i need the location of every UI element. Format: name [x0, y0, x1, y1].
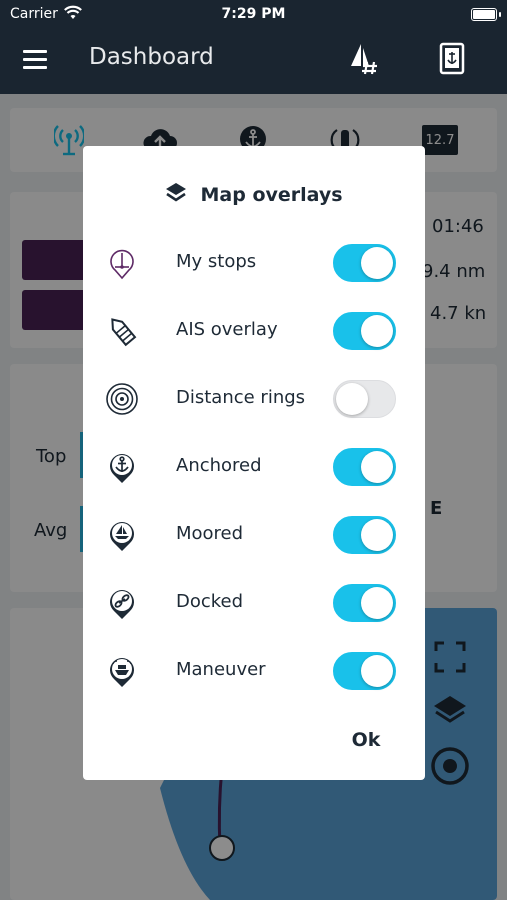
dialog-header: Map overlays [83, 182, 425, 212]
app-bar: Dashboard [0, 38, 507, 82]
overlay-row-distance-rings: Distance rings [83, 377, 425, 421]
docked-icon [105, 586, 139, 620]
my-stops-icon [105, 246, 139, 280]
overlay-row-maneuver: Maneuver [83, 649, 425, 693]
logbook-icon[interactable] [438, 42, 466, 76]
overlay-label: My stops [176, 251, 257, 272]
overlay-label: Distance rings [176, 387, 306, 408]
moored-icon [105, 518, 139, 552]
top-bar: Carrier 7:29 PM Dashboard [0, 0, 507, 94]
anchored-toggle[interactable] [333, 448, 396, 486]
status-time: 7:29 PM [221, 6, 286, 22]
dialog-title: Map overlays [200, 184, 343, 206]
distance-rings-toggle[interactable] [333, 380, 396, 418]
distance-rings-icon [105, 382, 139, 416]
menu-icon[interactable] [22, 47, 48, 71]
overlay-row-moored: Moored [83, 513, 425, 557]
overlay-row-docked: Docked [83, 581, 425, 625]
my-stops-toggle[interactable] [333, 244, 396, 282]
battery-icon [471, 8, 501, 21]
maneuver-icon [105, 654, 139, 688]
map-overlays-dialog: Map overlays My stops AIS overlay Distan… [83, 146, 425, 780]
sail-hash-icon[interactable] [349, 42, 381, 76]
overlay-row-ais: AIS overlay [83, 309, 425, 353]
overlay-label: Moored [176, 523, 244, 544]
anchored-icon [105, 450, 139, 484]
docked-toggle[interactable] [333, 584, 396, 622]
ais-overlay-icon [105, 314, 139, 348]
overlay-label: AIS overlay [176, 319, 278, 340]
maneuver-toggle[interactable] [333, 652, 396, 690]
overlay-row-anchored: Anchored [83, 445, 425, 489]
ok-button[interactable]: Ok [341, 722, 391, 758]
page-title: Dashboard [89, 44, 214, 70]
overlay-label: Maneuver [176, 659, 266, 680]
status-bar: Carrier 7:29 PM [0, 5, 507, 25]
overlay-label: Anchored [176, 455, 262, 476]
moored-toggle[interactable] [333, 516, 396, 554]
ais-overlay-toggle[interactable] [333, 312, 396, 350]
layers-icon [165, 182, 187, 208]
overlay-label: Docked [176, 591, 244, 612]
overlay-row-my-stops: My stops [83, 241, 425, 285]
